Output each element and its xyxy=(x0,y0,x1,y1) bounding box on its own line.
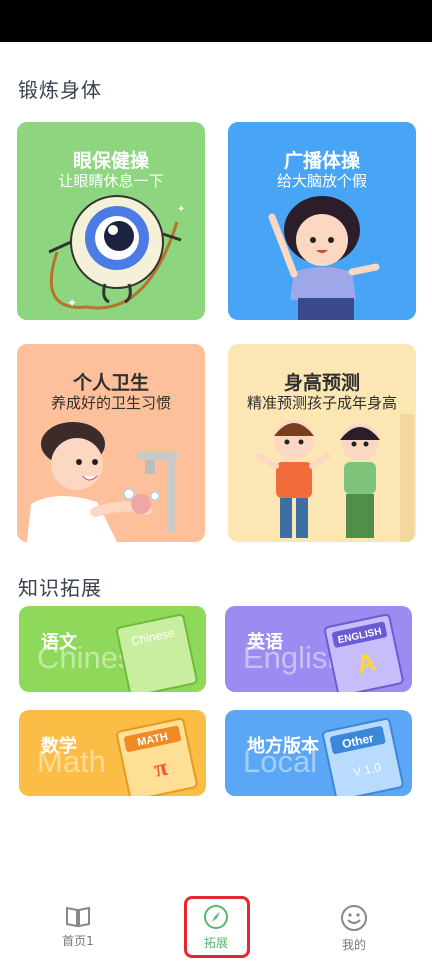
card-hygiene[interactable]: 个人卫生 养成好的卫生习惯 xyxy=(17,344,205,542)
svg-text:✦: ✦ xyxy=(67,296,77,310)
tab-label: 我的 xyxy=(341,938,366,952)
status-bar xyxy=(0,0,432,42)
kids-height-illustration xyxy=(255,414,414,542)
math-book-icon: MATH π xyxy=(116,717,198,796)
english-book-icon: ENGLISH A xyxy=(324,613,404,692)
chinese-book-icon: Chinese xyxy=(116,613,198,692)
tab-label: 首页1 xyxy=(62,934,94,948)
subject-card-local[interactable]: Local 地方版本 Other V 1.0 xyxy=(225,710,412,796)
card-eye-exercise[interactable]: 眼保健操 让眼睛休息一下 ✦ ✦ xyxy=(17,122,205,320)
section-title-knowledge: 知识拓展 xyxy=(18,576,102,600)
svg-text:✦: ✦ xyxy=(177,204,185,215)
subject-card-math[interactable]: Math 数学 MATH π xyxy=(19,710,206,796)
section-title-exercise: 锻炼身体 xyxy=(18,78,102,102)
tab-mine[interactable]: 我的 xyxy=(314,904,394,953)
girl-exercise-illustration xyxy=(268,196,380,320)
eyeball-illustration: ✦ ✦ xyxy=(48,195,185,310)
smiley-icon xyxy=(341,905,367,931)
card-height-prediction[interactable]: 身高预测 精准预测孩子成年身高 xyxy=(228,344,416,542)
tab-home[interactable]: 首页1 xyxy=(38,904,118,949)
book-icon xyxy=(66,906,90,928)
other-book-icon: Other V 1.0 xyxy=(322,717,404,796)
boy-washing-hands-illustration xyxy=(27,422,177,542)
card-radio-exercise[interactable]: 广播体操 给大脑放个假 xyxy=(228,122,416,320)
active-tab-highlight xyxy=(184,896,250,958)
subject-card-english[interactable]: English 英语 ENGLISH A xyxy=(225,606,412,692)
subject-card-chinese[interactable]: Chinese 语文 Chinese xyxy=(19,606,206,692)
